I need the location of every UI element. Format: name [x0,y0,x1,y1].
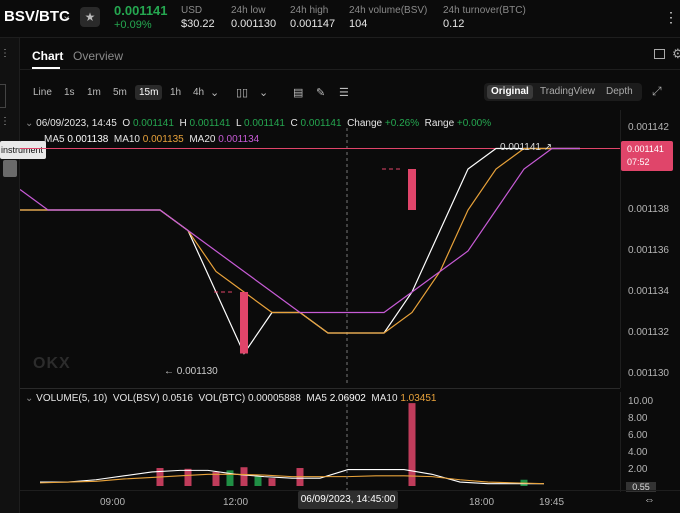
chevron-down-icon[interactable]: ⌄ [259,86,268,99]
volume-tick: 2.00 [628,464,648,475]
left-tool-strip [0,38,20,513]
price-tick: 0.001142 [628,122,669,133]
turnover-24h-label: 24h turnover(BTC) [443,5,526,16]
window-icon[interactable] [654,49,665,59]
vertical-dots-icon[interactable]: ⋮ [0,48,10,59]
price-tick: 0.001130 [628,368,669,379]
price-tick: 0.001132 [628,327,669,338]
vertical-dots-icon[interactable]: ⋮ [0,116,10,127]
volume-tick: 10.00 [628,396,654,407]
time-tick: 19:45 [539,497,565,508]
volume-24h-value: 104 [349,18,368,30]
timeframe-1s[interactable]: 1s [64,87,75,98]
high-24h-value: 0.001147 [290,18,336,30]
tool-square-icon[interactable] [3,160,17,177]
last-price-line-value: 0.001141 [500,142,541,153]
low-24h-value: 0.001130 [231,18,277,30]
timeframe-4h[interactable]: 4h [193,87,204,98]
timeframe-line[interactable]: Line [33,87,52,98]
pane-divider[interactable] [20,388,620,389]
volume-bar [184,468,192,486]
chart-tabs: Chart Overview ⚙ [20,40,680,70]
usd-label: USD [181,5,203,16]
volume-tick: 4.00 [628,447,648,458]
high-24h-label: 24h high [290,5,329,16]
low-24h-label: 24h low [231,5,266,16]
price-chart[interactable] [20,128,620,386]
document-icon[interactable]: ▤ [293,86,303,99]
usd-value: $30.22 [181,18,215,30]
candle [240,292,248,354]
view-original[interactable]: Original [487,85,533,99]
active-tab-underline [32,67,60,69]
list-icon[interactable]: ☰ [339,86,349,99]
current-price-badge: 0.001141 07:52 [621,141,673,171]
tab-overview[interactable]: Overview [73,49,123,63]
volume-bar [254,476,262,486]
ticker-header: BSV/BTC ⌄ ★ 0.001141 +0.09% USD $30.22 2… [0,0,680,38]
timeframe-1m[interactable]: 1m [87,87,101,98]
tool-box[interactable] [0,84,6,108]
candle-countdown: 07:52 [627,157,650,167]
price-tick: 0.001138 [628,204,669,215]
candle-type-icon[interactable]: ▯▯ [236,86,248,99]
star-icon[interactable]: ★ [80,7,100,27]
last-price: 0.001141 [114,3,168,18]
more-icon[interactable]: ⋮ [664,9,678,26]
timeframe-5m[interactable]: 5m [113,87,127,98]
current-price: 0.001141 [627,144,664,154]
volume-chart[interactable] [20,398,620,490]
pair-name[interactable]: BSV/BTC [4,8,70,25]
low-price-value: 0.001130 [176,366,218,377]
low-price-marker: ← 0.001130 [164,366,218,377]
timeframe-15m[interactable]: 15m [135,85,163,100]
turnover-24h-value: 0.12 [443,18,465,30]
arrows-horizontal-icon[interactable]: ⇔ [644,494,655,506]
volume-bar [240,467,248,486]
price-tick: 0.001134 [628,286,669,297]
price-change-percent: +0.09% [114,19,152,31]
ma20-line [20,147,580,314]
tab-chart[interactable]: Chart [32,49,63,63]
view-tradingview[interactable]: TradingView [536,85,599,99]
chevron-down-icon[interactable]: ⌄ [62,9,71,22]
time-tick: 09:00 [100,497,126,508]
volume-tick: 8.00 [628,413,648,424]
crosshair-time-label: 06/09/2023, 14:45:00 [298,491,398,509]
candle [408,169,416,210]
volume-bar [408,403,416,486]
price-tick: 0.001136 [628,245,669,256]
gear-icon[interactable]: ⚙ [672,46,680,62]
okx-watermark: OKX [33,355,71,372]
ma5-line [20,147,580,355]
view-depth[interactable]: Depth [602,85,637,99]
chevron-down-icon[interactable]: ⌄ [210,86,219,99]
timeframe-1h[interactable]: 1h [170,87,181,98]
volume-axis[interactable]: 10.00 8.00 6.00 4.00 2.00 [620,392,680,492]
last-price-line-label: 0.001141 ↗ [500,142,553,153]
chart-view-toggle: Original TradingView Depth [484,83,642,101]
volume-24h-label: 24h volume(BSV) [349,5,428,16]
volume-bar [268,478,276,486]
pen-icon[interactable]: ✎ [316,86,325,99]
time-tick: 12:00 [223,497,249,508]
expand-icon[interactable]: ⤢ [652,84,662,99]
ma10-line [20,147,580,334]
volume-tick: 6.00 [628,430,648,441]
time-tick: 18:00 [469,497,495,508]
